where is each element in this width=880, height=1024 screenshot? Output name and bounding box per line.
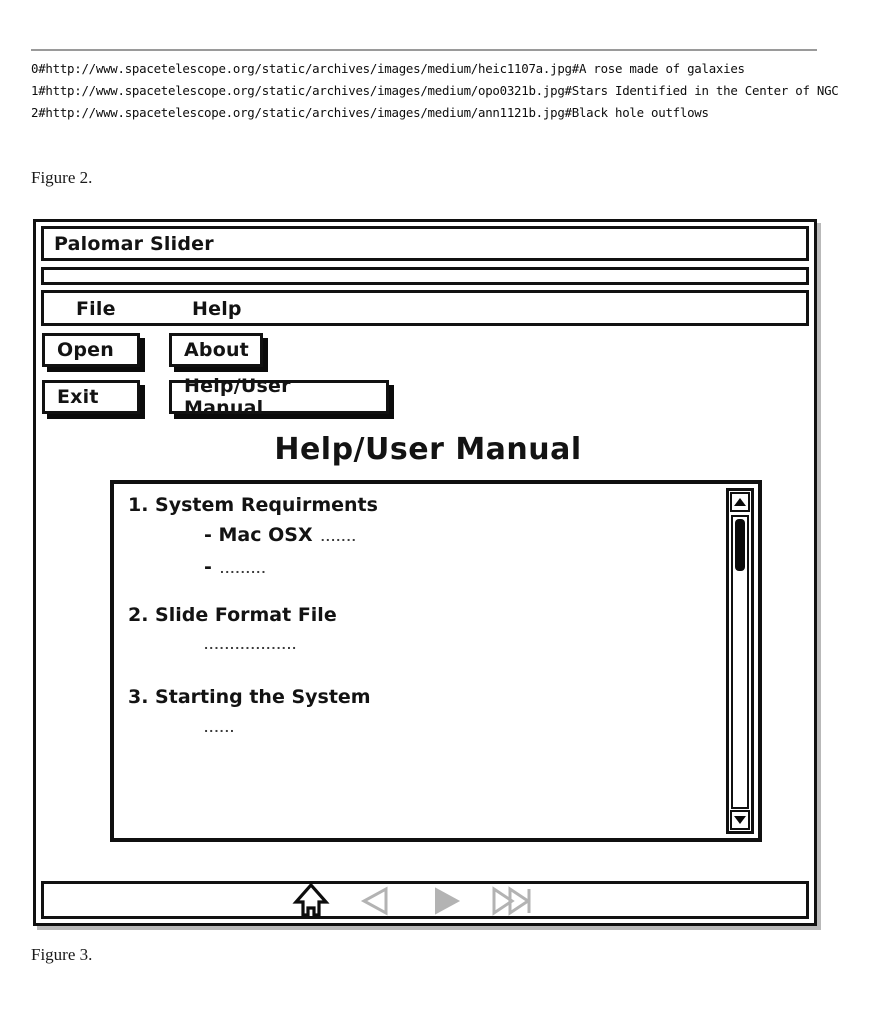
manual-item-2-dots: .................. <box>204 639 298 652</box>
menu-item-open[interactable]: Open <box>42 333 140 367</box>
page-root: 0#http://www.spacetelescope.org/static/a… <box>0 0 880 1024</box>
scrollbar-thumb[interactable] <box>735 519 745 571</box>
horizontal-rule <box>31 49 817 51</box>
scroll-down-button[interactable] <box>730 810 750 830</box>
manual-content-panel: 1. System Requirments - Mac OSX....... -… <box>110 480 762 842</box>
figure-2-caption: Figure 2. <box>31 168 93 187</box>
slide-format-listing: 0#http://www.spacetelescope.org/static/a… <box>31 58 851 124</box>
triangle-down-icon <box>734 816 746 824</box>
window-titlebar: Palomar Slider <box>41 226 809 261</box>
manual-item-1-sub-1-label: - Mac OSX <box>204 524 313 546</box>
manual-item-1-sub-1: - Mac OSX....... <box>204 524 357 546</box>
palomar-slider-window: Palomar Slider File Help Open Exit About… <box>33 219 817 926</box>
manual-item-1-sub-2-dots: ......... <box>219 563 267 576</box>
manual-heading-3: 3. Starting the System <box>128 686 371 708</box>
previous-button[interactable] <box>355 880 401 922</box>
manual-item-1-sub-2-label: - <box>204 556 212 578</box>
listing-line-2: 2#http://www.spacetelescope.org/static/a… <box>31 105 709 120</box>
play-button[interactable] <box>421 880 467 922</box>
menu-item-about[interactable]: About <box>169 333 263 367</box>
window-toolbar-strip <box>41 267 809 285</box>
triangle-up-icon <box>734 498 746 506</box>
figure-3-caption: Figure 3. <box>31 945 93 964</box>
scroll-up-button[interactable] <box>730 492 750 512</box>
manual-heading-1: 1. System Requirments <box>128 494 378 516</box>
manual-heading-2: 2. Slide Format File <box>128 604 337 626</box>
menu-help[interactable]: Help <box>192 298 242 320</box>
vertical-scrollbar[interactable] <box>726 488 754 834</box>
page-title: Help/User Manual <box>274 432 582 467</box>
menu-item-help-user-manual[interactable]: Help/User Manual <box>169 375 389 419</box>
footer-icon-group <box>288 880 534 922</box>
skip-to-end-icon <box>492 886 531 916</box>
window-footer-toolbar <box>41 881 809 919</box>
scrollbar-track[interactable] <box>731 515 749 809</box>
menu-file[interactable]: File <box>76 298 116 320</box>
manual-item-1-sub-1-dots: ....... <box>320 531 357 544</box>
listing-line-1: 1#http://www.spacetelescope.org/static/a… <box>31 83 839 98</box>
home-icon <box>292 882 330 917</box>
window-menubar: File Help <box>41 290 809 326</box>
previous-icon <box>360 886 388 916</box>
manual-item-3-dots: ...... <box>204 722 236 735</box>
home-button[interactable] <box>288 880 334 922</box>
menu-item-exit[interactable]: Exit <box>42 380 140 414</box>
listing-line-0: 0#http://www.spacetelescope.org/static/a… <box>31 61 745 76</box>
manual-item-1-sub-2: -......... <box>204 556 267 578</box>
window-title: Palomar Slider <box>54 232 214 255</box>
skip-to-end-button[interactable] <box>488 880 534 922</box>
play-icon <box>435 887 461 915</box>
